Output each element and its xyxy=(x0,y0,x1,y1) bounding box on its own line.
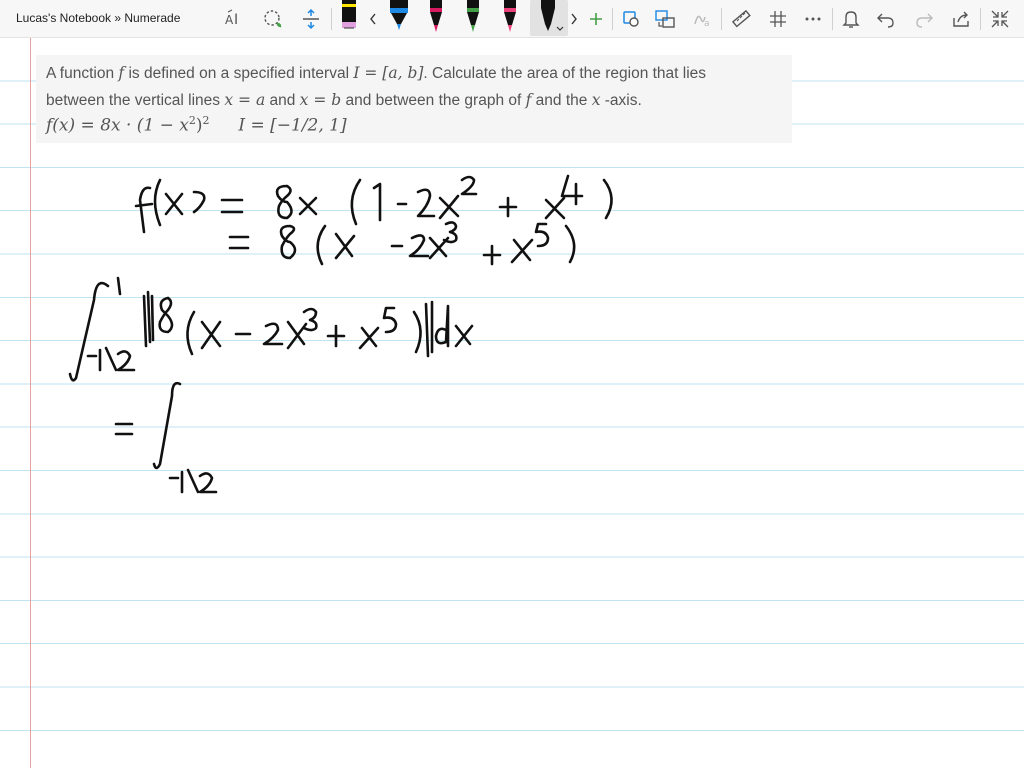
ink-to-math-icon[interactable]: a xyxy=(688,4,718,34)
add-pen-icon[interactable] xyxy=(581,4,611,34)
prev-pens-icon[interactable] xyxy=(361,4,385,34)
toolbar-separator xyxy=(980,8,981,30)
toolbar-separator xyxy=(832,8,833,30)
toolbar-separator xyxy=(612,8,613,30)
ink-to-shape-icon[interactable] xyxy=(616,4,646,34)
formula-lhs: f(x) = 8x · (1 − x xyxy=(46,115,189,136)
problem-text: . Calculate the area of the region that … xyxy=(423,65,707,82)
insert-space-icon[interactable] xyxy=(296,4,326,34)
ruler-icon[interactable] xyxy=(726,4,756,34)
formula-exponent: 2 xyxy=(188,114,196,127)
grid-icon[interactable] xyxy=(763,4,793,34)
problem-text: A function xyxy=(46,65,119,82)
problem-math: x = a xyxy=(224,91,266,109)
formula-exponent: 2 xyxy=(202,114,210,127)
pen-pink-icon[interactable] xyxy=(497,0,523,36)
pen-black-icon[interactable] xyxy=(336,0,362,36)
toolbar-separator xyxy=(331,8,332,30)
text-tool-icon[interactable]: AI xyxy=(221,4,251,34)
undo-icon[interactable] xyxy=(871,4,901,34)
problem-text: is defined on a specified interval xyxy=(124,65,354,82)
pen-green-icon[interactable] xyxy=(460,0,486,36)
page-margin-line xyxy=(30,38,31,768)
toolbar-separator xyxy=(721,8,722,30)
formula-interval: I = [−1/2, 1] xyxy=(238,115,347,136)
fullscreen-icon[interactable] xyxy=(985,4,1015,34)
problem-text: between the vertical lines xyxy=(46,92,225,109)
ink-to-text-icon[interactable] xyxy=(650,4,680,34)
svg-text:a: a xyxy=(704,19,710,29)
svg-text:I: I xyxy=(234,12,238,28)
problem-math: x = b xyxy=(299,91,342,109)
pen-magenta-icon[interactable] xyxy=(423,0,449,36)
problem-text: and the xyxy=(531,92,592,109)
lasso-select-icon[interactable] xyxy=(258,4,288,34)
svg-text:A: A xyxy=(225,13,234,27)
notebook-page[interactable] xyxy=(0,38,1024,768)
problem-text: and xyxy=(265,92,300,109)
redo-icon[interactable] xyxy=(909,4,939,34)
notifications-icon[interactable] xyxy=(836,4,866,34)
more-icon[interactable] xyxy=(798,4,828,34)
problem-text: and between the graph of xyxy=(341,92,526,109)
toolbar: Lucas's Notebook » Numerade AI a xyxy=(0,0,1024,38)
problem-text: -axis. xyxy=(600,92,642,109)
pen-black-selected-icon[interactable] xyxy=(530,0,568,36)
problem-math: I = [a, b] xyxy=(353,64,424,82)
pen-blue-icon[interactable] xyxy=(386,0,412,36)
share-icon[interactable] xyxy=(946,4,976,34)
formula-close-paren: ) xyxy=(195,115,203,136)
problem-formula: f(x) = 8x · (1 − x2)2 I = [−1/2, 1] xyxy=(46,114,347,136)
problem-statement: A function f is defined on a specified i… xyxy=(46,60,791,114)
notebook-title: Lucas's Notebook » Numerade xyxy=(16,11,181,25)
